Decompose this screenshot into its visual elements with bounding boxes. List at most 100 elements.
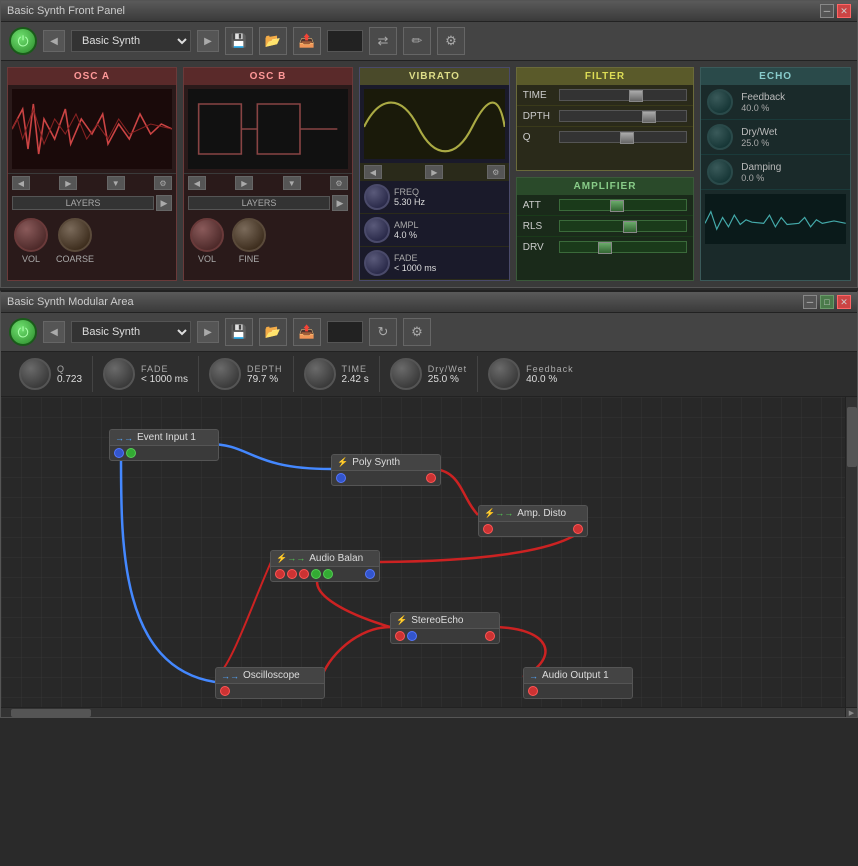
port-red-out[interactable] (426, 473, 436, 483)
export-button[interactable]: 📤 (293, 27, 321, 55)
osc-b-vol-knob[interactable] (190, 218, 224, 252)
modular-minimize-button[interactable]: ─ (803, 295, 817, 309)
param-depth-knob[interactable] (209, 358, 241, 390)
osc-b-settings[interactable]: ⚙ (330, 176, 348, 190)
modular-prev-button[interactable]: ◀ (43, 321, 65, 343)
ab-port-red3[interactable] (299, 569, 309, 579)
modular-load-button[interactable]: 📂 (259, 318, 287, 346)
param-time-knob[interactable] (304, 358, 336, 390)
osc-b-next[interactable]: ▶ (235, 176, 253, 190)
echo-damping-knob[interactable] (707, 159, 733, 185)
ab-port-green1[interactable] (311, 569, 321, 579)
param-q-knob[interactable] (19, 358, 51, 390)
node-audio-output[interactable]: → Audio Output 1 (523, 667, 633, 699)
vibrato-fade-knob[interactable] (364, 250, 390, 276)
port-blue[interactable] (114, 448, 124, 458)
osc-b-layers-expand[interactable]: ▶ (332, 195, 348, 211)
amp-att-track[interactable] (559, 199, 688, 211)
minimize-button[interactable]: ─ (820, 4, 834, 18)
close-button[interactable]: ✕ (837, 4, 851, 18)
vibrato-freq-knob[interactable] (364, 184, 390, 210)
node-poly-synth[interactable]: ⚡ Poly Synth (331, 454, 441, 486)
amp-rls-thumb[interactable] (623, 221, 637, 233)
prev-preset-button[interactable]: ◀ (43, 30, 65, 52)
node-oscilloscope[interactable]: →→ Oscilloscope (215, 667, 325, 699)
modular-preset-dropdown[interactable]: Basic Synth (71, 321, 191, 343)
vibrato-ampl-knob[interactable] (364, 217, 390, 243)
filter-q-track[interactable] (559, 131, 688, 143)
load-button[interactable]: 📂 (259, 27, 287, 55)
filter-q-thumb[interactable] (620, 132, 634, 144)
modular-canvas[interactable]: →→ Event Input 1 ⚡ (1, 397, 857, 707)
ab-port-red2[interactable] (287, 569, 297, 579)
param-feedback-knob[interactable] (488, 358, 520, 390)
amp-drv-track[interactable] (559, 241, 688, 253)
osc-a-prev[interactable]: ◀ (12, 176, 30, 190)
modular-sync-button[interactable]: ↻ (369, 318, 397, 346)
shuffle-button[interactable]: ⇄ (369, 27, 397, 55)
modular-next-button[interactable]: ▶ (197, 321, 219, 343)
filter-time-track[interactable] (559, 89, 688, 101)
modular-close-button[interactable]: ✕ (837, 295, 851, 309)
ab-port-green2[interactable] (323, 569, 333, 579)
modular-preset-number[interactable]: 0 (327, 321, 363, 343)
osc-a-next[interactable]: ▶ (59, 176, 77, 190)
osc-port-red[interactable] (220, 686, 230, 696)
settings-button[interactable]: ⚙ (437, 27, 465, 55)
osc-b-prev[interactable]: ◀ (188, 176, 206, 190)
amp-rls-track[interactable] (559, 220, 688, 232)
se-port-red-in[interactable] (395, 631, 405, 641)
filter-dpth-thumb[interactable] (642, 111, 656, 123)
port-blue-in[interactable] (336, 473, 346, 483)
scroll-arrow-right-icon[interactable]: ▶ (849, 709, 854, 717)
filter-time-thumb[interactable] (629, 90, 643, 102)
canvas-scrollbar-h-thumb[interactable] (11, 709, 91, 717)
osc-a-coarse-knob[interactable] (58, 218, 92, 252)
node-audio-balan[interactable]: ⚡→→ Audio Balan (270, 550, 380, 582)
node-stereo-echo-title: ⚡ StereoEcho (391, 613, 499, 629)
param-fade-knob[interactable] (103, 358, 135, 390)
canvas-scrollbar-v[interactable] (845, 397, 857, 707)
amp-att-thumb[interactable] (610, 200, 624, 212)
ab-port-blue[interactable] (365, 569, 375, 579)
filter-dpth-track[interactable] (559, 110, 688, 122)
save-button[interactable]: 💾 (225, 27, 253, 55)
param-drywet-knob[interactable] (390, 358, 422, 390)
canvas-scrollbar-h[interactable]: ▶ (1, 707, 857, 717)
echo-drywet-knob[interactable] (707, 124, 733, 150)
osc-a-layers-expand[interactable]: ▶ (156, 195, 172, 211)
canvas-scrollbar-v-thumb[interactable] (847, 407, 857, 467)
port-red-in[interactable] (483, 524, 493, 534)
power-button[interactable] (9, 27, 37, 55)
node-event-input[interactable]: →→ Event Input 1 (109, 429, 219, 461)
ab-port-red1[interactable] (275, 569, 285, 579)
ao-port-red[interactable] (528, 686, 538, 696)
preset-number-input[interactable]: 0 (327, 30, 363, 52)
se-port-red-out[interactable] (485, 631, 495, 641)
node-amp-disto[interactable]: ⚡→→ Amp. Disto (478, 505, 588, 537)
preset-dropdown[interactable]: Basic Synth (71, 30, 191, 52)
osc-a-down[interactable]: ▼ (107, 176, 125, 190)
amp-drv-thumb[interactable] (598, 242, 612, 254)
osc-b-down[interactable]: ▼ (283, 176, 301, 190)
vib-settings[interactable]: ⚙ (487, 165, 505, 179)
modular-power-button[interactable] (9, 318, 37, 346)
vib-next[interactable]: ▶ (425, 165, 443, 179)
node-stereo-echo[interactable]: ⚡ StereoEcho (390, 612, 500, 644)
osc-a-vol-knob[interactable] (14, 218, 48, 252)
port-red-out2[interactable] (573, 524, 583, 534)
amp-disto-out-ports (573, 524, 583, 534)
modular-settings-button[interactable]: ⚙ (403, 318, 431, 346)
osc-b-vol-group: VOL (190, 218, 224, 264)
next-preset-button[interactable]: ▶ (197, 30, 219, 52)
se-port-blue-in[interactable] (407, 631, 417, 641)
vib-prev[interactable]: ◀ (364, 165, 382, 179)
modular-restore-button[interactable]: □ (820, 295, 834, 309)
port-green[interactable] (126, 448, 136, 458)
osc-b-fine-knob[interactable] (232, 218, 266, 252)
echo-feedback-knob[interactable] (707, 89, 733, 115)
modular-save-button[interactable]: 💾 (225, 318, 253, 346)
edit-button[interactable]: ✏ (403, 27, 431, 55)
osc-a-settings[interactable]: ⚙ (154, 176, 172, 190)
modular-export-button[interactable]: 📤 (293, 318, 321, 346)
